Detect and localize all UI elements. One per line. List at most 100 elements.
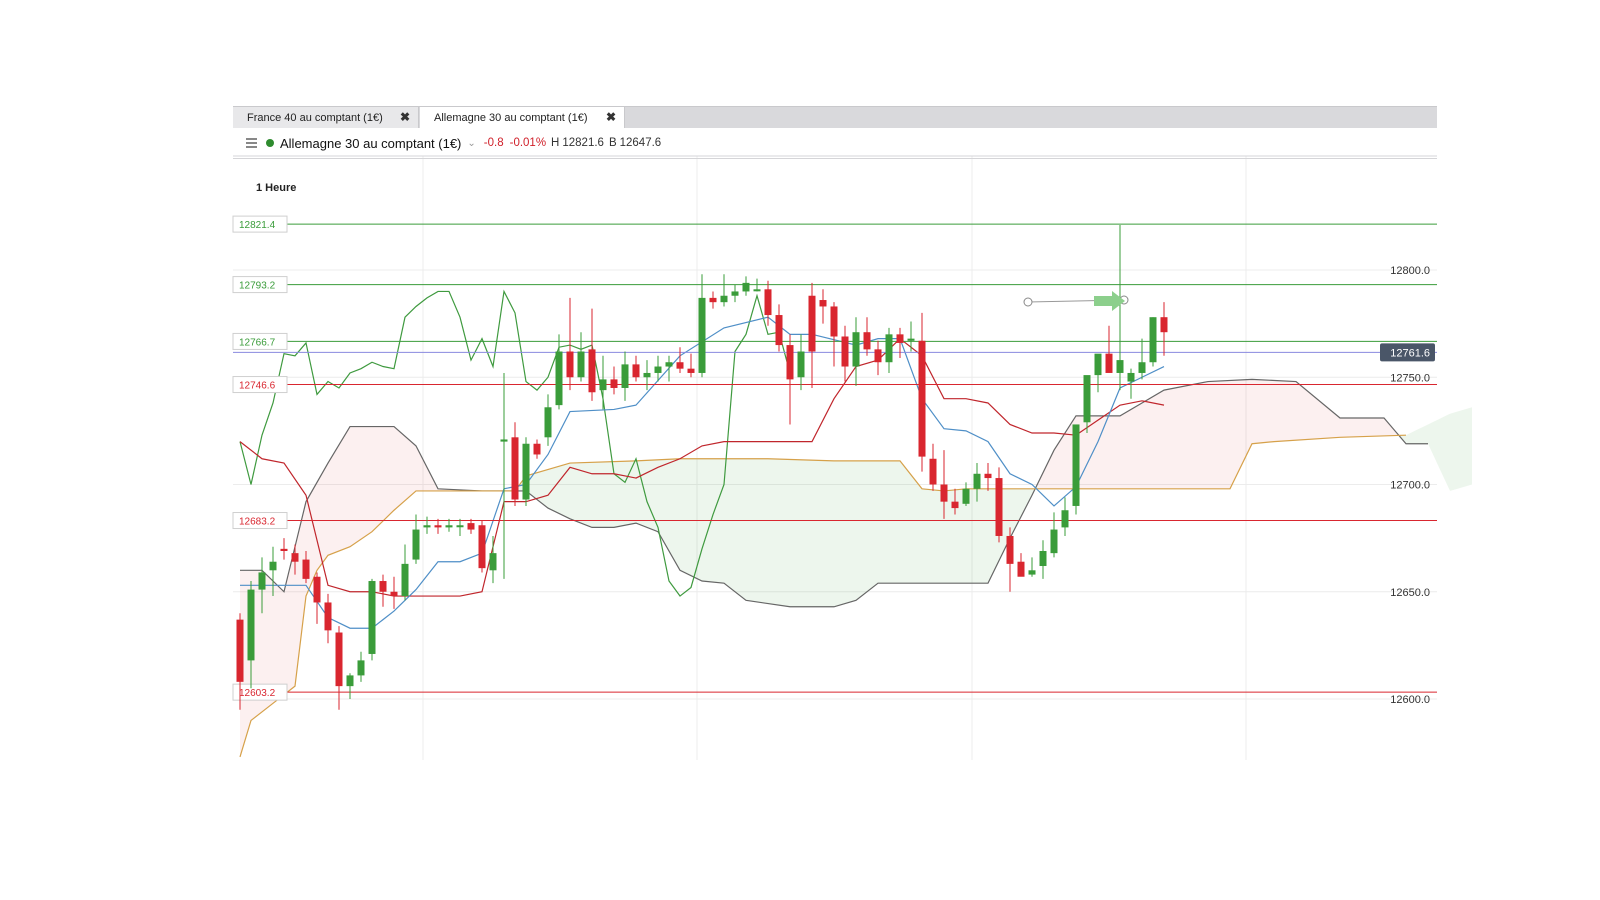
level-label: 12793.2 — [239, 281, 276, 292]
candle-down — [1160, 317, 1168, 333]
candle-down — [709, 297, 717, 303]
candle-up — [720, 295, 728, 303]
candle-up — [1028, 570, 1036, 575]
chart-window: France 40 au comptant (1€) ✖ Allemagne 3… — [233, 106, 1437, 159]
menu-icon[interactable] — [246, 136, 257, 151]
timeframe-label: 1 Heure — [256, 182, 296, 194]
candle-down — [390, 591, 398, 597]
candle-up — [1127, 372, 1135, 382]
candle-up — [412, 529, 420, 560]
candle-down — [533, 443, 541, 455]
candle-up — [698, 297, 706, 373]
candle-down — [951, 501, 959, 509]
candle-down — [929, 458, 937, 485]
y-tick-label: 12600.0 — [1390, 694, 1430, 706]
level-label: 12603.2 — [239, 688, 276, 699]
candle-down — [478, 525, 486, 569]
candle-up — [258, 572, 266, 590]
candle-down — [786, 345, 794, 380]
tab-france-40[interactable]: France 40 au comptant (1€) ✖ — [233, 107, 419, 128]
low-label: B — [608, 137, 617, 149]
tab-label: Allemagne 30 au comptant (1€) — [434, 111, 588, 124]
candle-down — [1017, 561, 1025, 577]
candle-down — [302, 559, 310, 579]
candle-up — [907, 338, 915, 341]
y-tick-label: 12650.0 — [1390, 587, 1430, 599]
candle-up — [753, 289, 761, 292]
candle-up — [357, 660, 365, 676]
candle-down — [335, 632, 343, 687]
chevron-down-icon[interactable]: ⌄ — [467, 138, 475, 149]
candle-down — [632, 364, 640, 378]
tab-label: France 40 au comptant (1€) — [247, 111, 383, 124]
candle-down — [863, 332, 871, 350]
candle-up — [797, 351, 805, 378]
price-change: -0.8 — [483, 137, 504, 149]
y-tick-label: 12750.0 — [1390, 372, 1430, 384]
candle-up — [346, 675, 354, 687]
candle-down — [819, 300, 827, 307]
candle-up — [1149, 317, 1157, 363]
candle-up — [1061, 510, 1069, 528]
market-status-dot — [266, 139, 274, 147]
candle-down — [588, 349, 596, 393]
high-label: H — [551, 137, 560, 149]
candle-up — [599, 379, 607, 391]
candle-up — [731, 291, 739, 296]
tab-bar: France 40 au comptant (1€) ✖ Allemagne 3… — [233, 106, 1437, 128]
candle-down — [467, 523, 475, 530]
candle-up — [522, 443, 530, 500]
instrument-name[interactable]: Allemagne 30 au comptant (1€) — [280, 136, 461, 151]
candle-up — [489, 553, 497, 571]
candle-down — [379, 581, 387, 592]
candle-down — [896, 334, 904, 343]
candle-down — [687, 368, 695, 373]
drawing-handle-start[interactable] — [1023, 297, 1033, 307]
candle-down — [841, 336, 849, 367]
candle-up — [1138, 362, 1146, 373]
candle-down — [984, 473, 992, 479]
close-icon[interactable]: ✖ — [400, 110, 410, 124]
candle-down — [566, 351, 574, 378]
low-value: 12647.6 — [619, 137, 662, 149]
candle-down — [324, 602, 332, 631]
current-price-label: 12761.6 — [1390, 347, 1430, 359]
candle-up — [577, 351, 585, 378]
candle-up — [973, 473, 981, 489]
candle-up — [401, 563, 409, 597]
candle-down — [236, 619, 244, 682]
level-label: 12683.2 — [239, 517, 276, 528]
level-label: 12766.7 — [239, 337, 276, 348]
candle-down — [1105, 353, 1113, 373]
candle-up — [247, 589, 255, 661]
candle-up — [555, 351, 563, 406]
candle-down — [918, 340, 926, 457]
candle-down — [434, 525, 442, 528]
candle-up — [962, 488, 970, 504]
instrument-header: Allemagne 30 au comptant (1€) ⌄ -0.8 -0.… — [233, 128, 1437, 159]
level-label: 12746.6 — [239, 381, 276, 392]
candle-up — [1072, 424, 1080, 506]
candle-up — [665, 362, 673, 367]
candle-down — [874, 349, 882, 363]
candle-down — [940, 484, 948, 502]
candle-up — [1050, 529, 1058, 554]
candle-down — [1006, 535, 1014, 564]
candle-down — [313, 576, 321, 603]
candle-down — [995, 478, 1003, 536]
candle-up — [544, 407, 552, 438]
price-change-percent: -0.01% — [509, 137, 547, 149]
candle-down — [808, 295, 816, 352]
high-value: 12821.6 — [562, 137, 604, 149]
level-label: 12821.4 — [239, 220, 276, 231]
candle-up — [852, 332, 860, 367]
candle-down — [830, 306, 838, 337]
tab-allemagne-30[interactable]: Allemagne 30 au comptant (1€) ✖ — [420, 107, 625, 128]
candle-up — [423, 525, 431, 528]
candle-down — [291, 553, 299, 562]
close-icon[interactable]: ✖ — [606, 110, 616, 124]
candle-up — [885, 334, 893, 363]
candle-up — [643, 372, 651, 378]
candle-up — [269, 561, 277, 571]
candle-up — [742, 282, 750, 292]
